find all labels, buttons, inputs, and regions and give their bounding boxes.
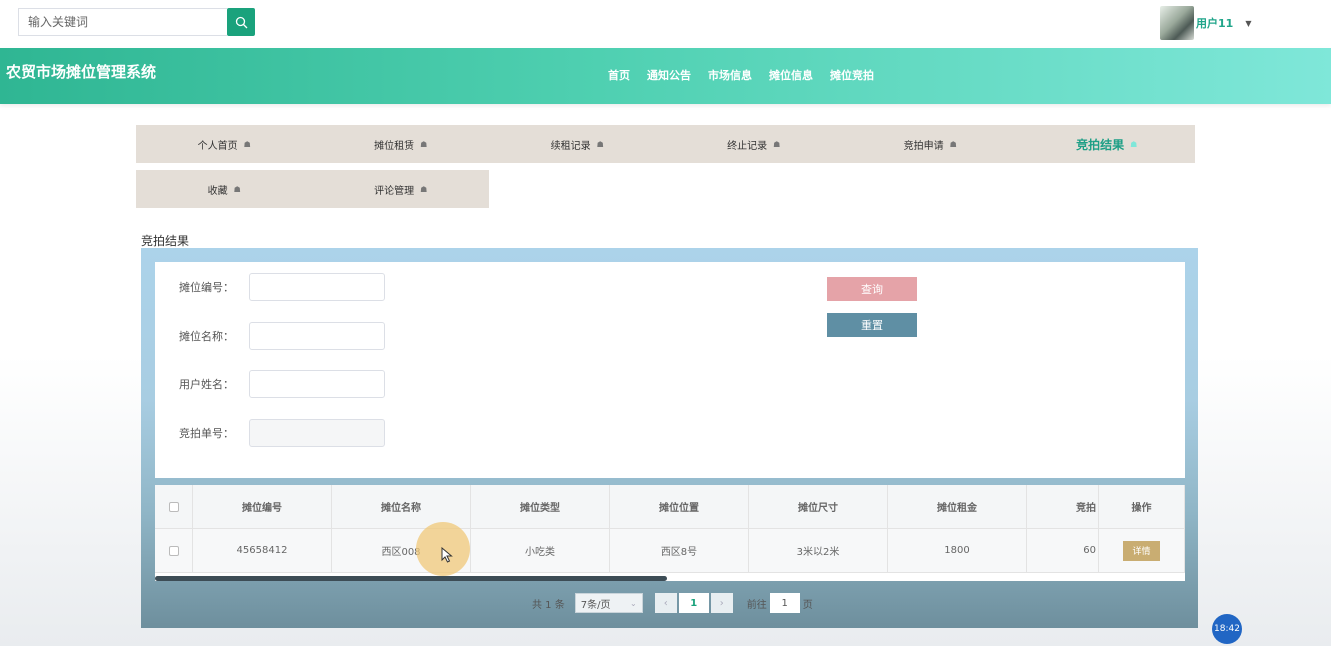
select-all-cell — [155, 485, 193, 529]
query-button[interactable]: 查询 — [827, 277, 917, 301]
home-icon: ☗ — [1130, 139, 1138, 149]
search-input[interactable] — [18, 8, 227, 36]
user-center-tabs: 个人首页 ☗ 摊位租赁 ☗ 续租记录 ☗ 终止记录 ☗ 竞拍申请 ☗ 竞拍结果 ☗ 收藏 ☗ … — [136, 125, 1195, 208]
tab-auction-apply[interactable]: 竞拍申请 ☗ — [842, 125, 1019, 163]
col-header: 操作 — [1099, 485, 1185, 529]
cell-auction: 60 — [1027, 529, 1099, 573]
tab-termination-records[interactable]: 终止记录 ☗ — [666, 125, 843, 163]
goto-page-input[interactable]: 1 — [769, 593, 800, 613]
row-checkbox[interactable] — [168, 545, 179, 556]
tab-label: 摊位租赁 — [374, 140, 415, 152]
page-size-value: 7条/页 — [580, 599, 611, 611]
top-bar: 用户11 ▼ — [0, 0, 1331, 48]
caret-down-icon[interactable]: ▼ — [1245, 19, 1251, 28]
results-table: 摊位编号 摊位名称 摊位类型 摊位位置 摊位尺寸 摊位租金 竞拍 操作 4565… — [155, 485, 1185, 581]
col-header: 摊位尺寸 — [749, 485, 888, 529]
pagination: 共 1 条 7条/页 ⌄ ‹ 1 › 前往 1 页 — [532, 593, 813, 613]
stall-no-input[interactable] — [249, 273, 385, 301]
tab-label: 评论管理 — [374, 185, 415, 197]
clock-badge: 18:42 — [1212, 614, 1242, 644]
goto-unit: 页 — [802, 599, 813, 611]
cell-stall-type: 小吃类 — [471, 529, 610, 573]
form-row-user-name: 用户姓名： — [179, 370, 385, 398]
home-icon: ☗ — [420, 184, 428, 194]
cell-actions: 详情 — [1099, 529, 1185, 573]
table-header-row: 摊位编号 摊位名称 摊位类型 摊位位置 摊位尺寸 摊位租金 竞拍 操作 — [155, 485, 1185, 529]
page-number[interactable]: 1 — [678, 593, 709, 613]
nav-market-info[interactable]: 市场信息 — [708, 67, 752, 83]
mouse-cursor-icon — [441, 547, 453, 563]
nav-home[interactable]: 首页 — [608, 67, 630, 83]
stall-no-label: 摊位编号： — [179, 281, 234, 294]
user-name: 用户11 — [1196, 17, 1234, 30]
next-page-button[interactable]: › — [710, 593, 733, 613]
site-title: 农贸市场摊位管理系统 — [6, 63, 157, 81]
cell-stall-rent: 1800 — [888, 529, 1027, 573]
tab-label: 个人首页 — [197, 140, 238, 152]
form-row-stall-no: 摊位编号： — [179, 273, 385, 301]
search-box — [18, 8, 255, 36]
goto-label: 前往 — [746, 599, 767, 611]
cell-stall-size: 3米以2米 — [749, 529, 888, 573]
col-header: 竞拍 — [1027, 485, 1099, 529]
stall-name-input[interactable] — [249, 322, 385, 350]
home-icon: ☗ — [420, 139, 428, 149]
user-name-input[interactable] — [249, 370, 385, 398]
scrollbar-thumb[interactable] — [155, 576, 667, 581]
nav-notices[interactable]: 通知公告 — [647, 67, 691, 83]
tab-auction-results[interactable]: 竞拍结果 ☗ — [1019, 125, 1196, 163]
tab-label: 竞拍结果 — [1076, 137, 1125, 152]
col-header: 摊位类型 — [471, 485, 610, 529]
select-all-checkbox[interactable] — [168, 501, 179, 512]
tab-favorites[interactable]: 收藏 ☗ — [136, 170, 313, 208]
tab-row-1: 个人首页 ☗ 摊位租赁 ☗ 续租记录 ☗ 终止记录 ☗ 竞拍申请 ☗ 竞拍结果 ☗ — [136, 125, 1195, 163]
table-row: 45658412 西区008 小吃类 西区8号 3米以2米 1800 60 详情 — [155, 529, 1185, 573]
col-header: 摊位编号 — [193, 485, 332, 529]
chevron-down-icon: ⌄ — [630, 598, 637, 608]
main-nav: 首页 通知公告 市场信息 摊位信息 摊位竞拍 — [608, 67, 891, 83]
page-size-select[interactable]: 7条/页 ⌄ — [574, 593, 643, 613]
tab-label: 续租记录 — [550, 140, 591, 152]
col-header: 摊位租金 — [888, 485, 1027, 529]
user-name-label: 用户姓名： — [179, 378, 234, 391]
table-scrollbar[interactable] — [155, 575, 1185, 581]
reset-button[interactable]: 重置 — [827, 313, 917, 337]
tab-stall-lease[interactable]: 摊位租赁 ☗ — [313, 125, 490, 163]
stall-name-label: 摊位名称： — [179, 330, 234, 343]
tab-profile[interactable]: 个人首页 ☗ — [136, 125, 313, 163]
cell-stall-no: 45658412 — [193, 529, 332, 573]
form-row-stall-name: 摊位名称： — [179, 322, 385, 350]
home-icon: ☗ — [243, 139, 251, 149]
home-icon: ☗ — [949, 139, 957, 149]
section-title: 竞拍结果 — [141, 234, 190, 248]
avatar — [1160, 6, 1194, 40]
prev-page-button[interactable]: ‹ — [654, 593, 677, 613]
tab-row-2: 收藏 ☗ 评论管理 ☗ — [136, 170, 489, 208]
col-header: 摊位位置 — [610, 485, 749, 529]
search-form: 摊位编号： 摊位名称： 用户姓名： 竞拍单号： 查询 重置 — [155, 262, 1185, 478]
auction-no-input[interactable] — [249, 419, 385, 447]
results-panel: 摊位编号： 摊位名称： 用户姓名： 竞拍单号： 查询 重置 摊位编号 摊位名称 … — [141, 248, 1198, 628]
tab-label: 收藏 — [207, 185, 228, 197]
search-button[interactable] — [227, 8, 255, 36]
user-menu[interactable]: 用户11 ▼ — [1160, 6, 1251, 40]
detail-button[interactable]: 详情 — [1123, 540, 1160, 561]
home-icon: ☗ — [233, 184, 241, 194]
cell-stall-location: 西区8号 — [610, 529, 749, 573]
tab-comments[interactable]: 评论管理 ☗ — [313, 170, 490, 208]
tab-label: 竞拍申请 — [903, 140, 944, 152]
row-select-cell — [155, 529, 193, 573]
home-icon: ☗ — [596, 139, 604, 149]
tab-renewal-records[interactable]: 续租记录 ☗ — [489, 125, 666, 163]
pager-total: 共 1 条 — [532, 599, 565, 611]
tab-label: 终止记录 — [727, 140, 768, 152]
search-icon — [235, 16, 247, 28]
home-icon: ☗ — [773, 139, 781, 149]
form-row-auction-no: 竞拍单号： — [179, 419, 385, 447]
nav-stall-auction[interactable]: 摊位竞拍 — [830, 67, 874, 83]
nav-stall-info[interactable]: 摊位信息 — [769, 67, 813, 83]
auction-no-label: 竞拍单号： — [179, 427, 234, 440]
header-banner: 农贸市场摊位管理系统 首页 通知公告 市场信息 摊位信息 摊位竞拍 — [0, 48, 1331, 104]
